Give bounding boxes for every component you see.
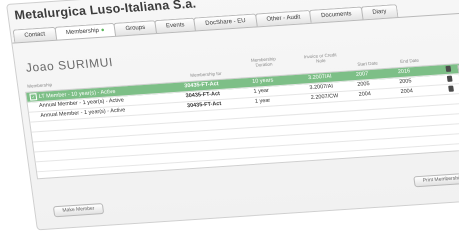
header-duration[interactable]: Membership Duration: [245, 56, 282, 68]
row-end: 2005: [398, 78, 412, 86]
document-icon[interactable]: [445, 65, 452, 72]
header-invoice[interactable]: Invoice or Credit Note: [301, 52, 340, 64]
person-name: Joao SURIMUI: [24, 55, 114, 75]
row-invoice: 3.2007/AI: [307, 73, 333, 82]
row-start: 2004: [358, 91, 372, 98]
row-duration: 1 year: [253, 87, 270, 95]
print-membership-cards-button[interactable]: Print Membership Cards: [413, 171, 459, 188]
screen: Metalurgica Luso-Italiana S.a. Contact M…: [0, 0, 459, 242]
row-end: 2004: [400, 88, 414, 96]
document-icon[interactable]: [448, 85, 454, 92]
document-icon[interactable]: [446, 75, 453, 82]
row-start: 2005: [356, 81, 371, 88]
checkbox-icon[interactable]: ✓: [29, 93, 38, 101]
row-duration: 10 years: [251, 77, 274, 85]
row-end: 2016: [397, 68, 411, 76]
row-membership-for: 30435-FT-Act: [186, 100, 222, 110]
row-duration: 1 year: [254, 97, 271, 105]
make-member-button[interactable]: Make Member: [52, 203, 105, 218]
membership-table: Membership Membership for Membership Dur…: [25, 52, 459, 180]
row-membership-for: 30435-FT-Act: [185, 91, 221, 100]
header-start-date[interactable]: Start Date: [350, 60, 385, 67]
row-invoice: 2.2007/CW: [310, 93, 339, 101]
active-dot-icon: ●: [100, 27, 106, 34]
row-membership-for: 30435-FT-Act: [184, 81, 220, 90]
header-end-date[interactable]: End Date: [392, 57, 427, 64]
row-invoice: 3.2007/AI: [309, 83, 334, 92]
row-start: 2007: [355, 71, 369, 78]
header-membership[interactable]: Membership: [27, 82, 52, 89]
header-membership-for[interactable]: Membership for: [181, 70, 232, 78]
contact-window: Metalurgica Luso-Italiana S.a. Contact M…: [6, 0, 459, 231]
